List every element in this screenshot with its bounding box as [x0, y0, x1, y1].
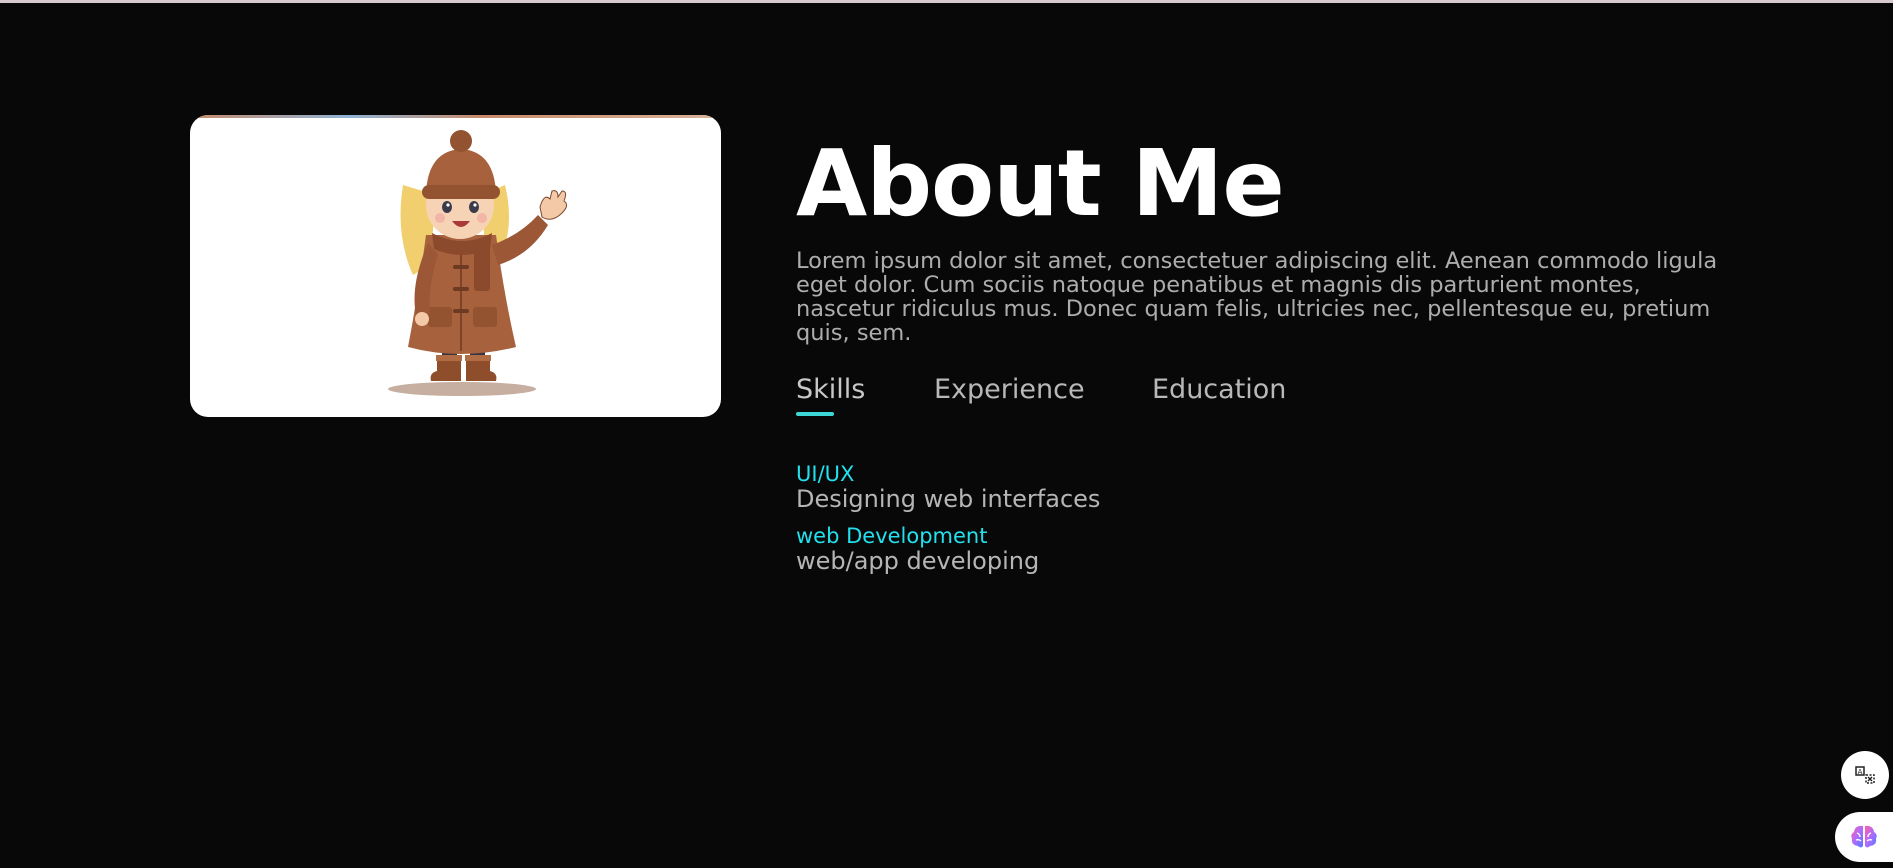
skill-name: UI/UX — [796, 462, 855, 486]
intro-paragraph: Lorem ipsum dolor sit amet, consectetuer… — [796, 248, 1718, 346]
tab-education[interactable]: Education — [1152, 372, 1312, 417]
top-border — [0, 0, 1893, 3]
section-tabs: Skills Experience Education — [796, 372, 1312, 417]
tab-label: Education — [1152, 374, 1287, 405]
page-title: About Me — [796, 130, 1285, 237]
skill-name: web Development — [796, 524, 988, 548]
translate-icon: A — [1855, 766, 1875, 784]
list-item: web Development web/app developing — [796, 524, 1100, 574]
list-item: UI/UX Designing web interfaces — [796, 462, 1100, 512]
assistant-button[interactable] — [1835, 812, 1893, 862]
svg-text:A: A — [1858, 768, 1863, 776]
skill-description: Designing web interfaces — [796, 485, 1101, 513]
tab-label: Experience — [934, 374, 1085, 405]
tab-experience[interactable]: Experience — [934, 372, 1152, 417]
active-tab-underline — [796, 412, 834, 416]
skill-description: web/app developing — [796, 547, 1040, 575]
brain-icon — [1851, 825, 1877, 848]
about-page: About Me Lorem ipsum dolor sit amet, con… — [0, 0, 1893, 868]
tab-label: Skills — [796, 374, 866, 405]
tab-skills[interactable]: Skills — [796, 372, 934, 417]
translate-button[interactable]: A — [1841, 751, 1889, 799]
skills-list: UI/UX Designing web interfaces web Devel… — [796, 462, 1100, 586]
profile-image-card — [190, 115, 721, 417]
girl-in-coat-illustration — [388, 130, 568, 396]
